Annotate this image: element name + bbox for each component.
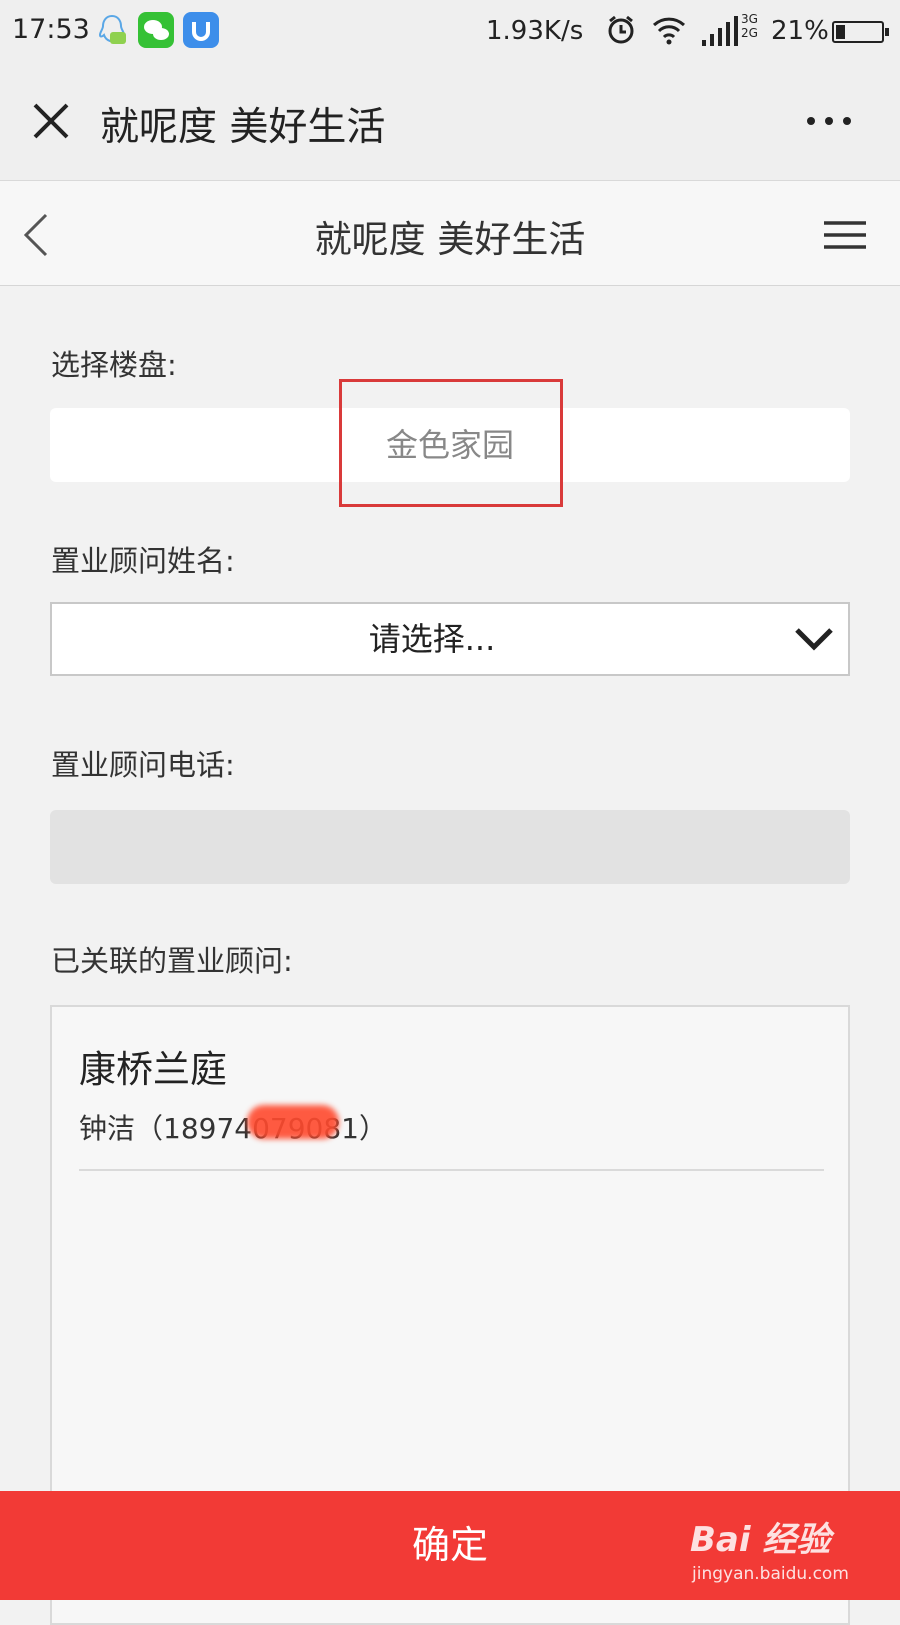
highlight-annotation bbox=[339, 379, 563, 507]
baidu-watermark: Bai 经验 jingyan.baidu.com bbox=[690, 1512, 890, 1592]
watermark-url: jingyan.baidu.com bbox=[692, 1564, 849, 1584]
chevron-down-icon bbox=[795, 628, 833, 651]
more-icon[interactable] bbox=[806, 116, 852, 126]
linked-consultants-label: 已关联的置业顾问: bbox=[51, 944, 293, 978]
wifi-icon bbox=[652, 17, 686, 45]
status-time: 17:53 bbox=[12, 14, 90, 45]
battery-level bbox=[836, 25, 846, 39]
webview-title: 就呢度 美好生活 bbox=[100, 105, 386, 150]
wechat-icon bbox=[138, 12, 174, 48]
network-speed: 1.93K/s bbox=[486, 16, 584, 46]
alarm-icon bbox=[608, 15, 634, 44]
signal-icon bbox=[702, 16, 738, 46]
consultant-phone-field bbox=[50, 810, 850, 884]
consultant-phone-label: 置业顾问电话: bbox=[51, 748, 235, 782]
network-type: 3G 2G bbox=[741, 12, 758, 40]
consultant-name-label: 置业顾问姓名: bbox=[51, 544, 235, 578]
list-item[interactable]: 康桥兰庭 钟洁（18974079081） bbox=[79, 1027, 824, 1171]
watermark-brand: Bai 经验 bbox=[690, 1520, 831, 1560]
webview-title-bar: 就呢度 美好生活 bbox=[0, 66, 900, 181]
app-store-icon bbox=[183, 12, 219, 48]
linked-consultant-contact: 钟洁（18974079081） bbox=[79, 1112, 387, 1145]
status-bar: 17:53 1.93K/s 3G 2G 21% bbox=[0, 0, 900, 66]
close-icon[interactable] bbox=[29, 99, 73, 143]
battery-icon bbox=[832, 21, 889, 43]
qq-icon bbox=[98, 14, 126, 44]
consultant-name-select[interactable]: 请选择... bbox=[50, 602, 850, 676]
page-title: 就呢度 美好生活 bbox=[314, 218, 586, 261]
menu-icon[interactable] bbox=[824, 219, 866, 251]
redaction-mark bbox=[247, 1105, 339, 1139]
property-label: 选择楼盘: bbox=[51, 348, 177, 382]
battery-percent: 21% bbox=[771, 16, 829, 46]
linked-property-name: 康桥兰庭 bbox=[79, 1048, 227, 1091]
page-nav-bar: 就呢度 美好生活 bbox=[0, 181, 900, 286]
consultant-select-value: 请选择... bbox=[368, 620, 496, 658]
